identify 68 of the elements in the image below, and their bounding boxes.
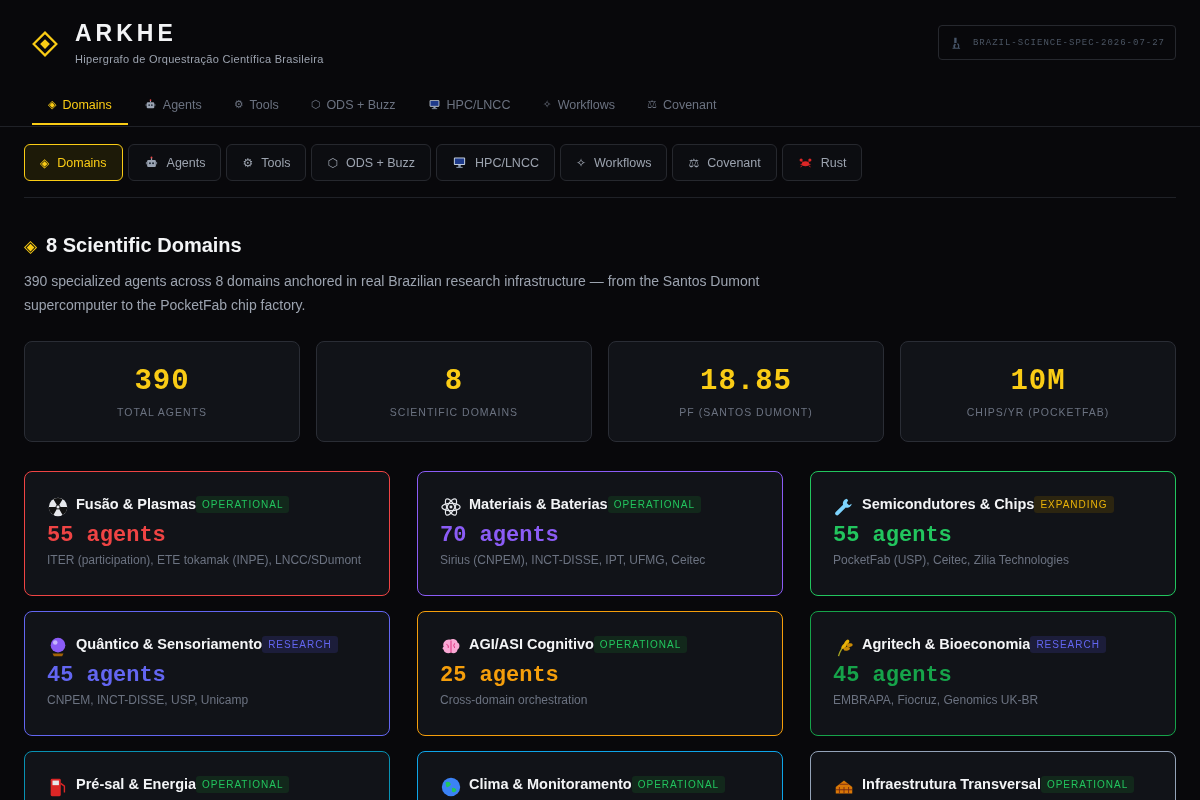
monitor-icon [427, 98, 441, 111]
institution-list: PocketFab (USP), Ceitec, Zilia Technologies [833, 553, 1153, 567]
status-badge: RESEARCH [1030, 635, 1106, 653]
domain-title: Infraestrutura Transversal [862, 776, 1041, 792]
spec-code: BRAZIL-SCIENCE-SPEC-2026-07-27 [972, 37, 1165, 48]
status-badge: OPERATIONAL [1040, 775, 1135, 793]
status-badge: OPERATIONAL [196, 775, 290, 793]
stat-label: SCIENTIFIC DOMAINS [389, 406, 519, 418]
wrench-icon [833, 496, 855, 518]
tab-button[interactable]: Agents [127, 144, 222, 181]
nav-tab[interactable]: Agents [127, 86, 218, 125]
domain-title: Fusão & Plasmas [76, 496, 197, 512]
tab-button[interactable]: ⚖ Covenant [672, 144, 777, 181]
nav-tab[interactable]: ✧ Workflows [526, 86, 632, 125]
tab-button[interactable]: ◈ Domains [24, 144, 123, 181]
domain-title: AGI/ASI Cognitivo [469, 636, 594, 652]
stat-value: 8 [444, 365, 464, 398]
status-badge: EXPANDING [1034, 495, 1114, 513]
agent-count: 45 agents [833, 663, 953, 688]
nav-tab[interactable]: ⚖ Covenant [631, 86, 733, 125]
nav-tab[interactable]: ⚙ Tools [217, 86, 295, 125]
agent-count: 25 agents [440, 663, 560, 688]
agent-count: 55 agents [47, 523, 167, 548]
status-badge: OPERATIONAL [607, 495, 701, 513]
atom-icon [440, 496, 462, 518]
domain-title: Semicondutores & Chips [862, 496, 1035, 512]
domain-title: Agritech & Bioeconomia [862, 636, 1031, 652]
domain-title: Quântico & Sensoriamento [76, 636, 263, 652]
stat-label: CHIPS/YR (POCKETFAB) [966, 406, 1110, 418]
tab-button[interactable]: ⬡ ODS + Buzz [311, 144, 432, 181]
diamond-glyph: ◈ [24, 235, 38, 256]
tab-button[interactable]: Rust [781, 144, 863, 181]
institution-list: Cross-domain orchestration [440, 693, 760, 707]
domain-title: Materiais & Baterias [469, 496, 608, 512]
tab-button[interactable]: ⚙ Tools [226, 144, 307, 181]
stat-label: PF (SANTOS DUMONT) [679, 406, 813, 418]
section-description: 390 specialized agents across 8 domains anchored in real Brazilian research infrastructure — from the Santos Dumont supercomputer to the PocketFab chip factory. [24, 272, 761, 315]
domain-title: Pré-sal & Energia [76, 776, 197, 792]
stat-value: 18.85 [700, 365, 792, 398]
institution-list: CNPEM, INCT-DISSE, USP, Unicamp [47, 693, 367, 707]
app-title: ARKHE [75, 20, 178, 47]
tab-button[interactable]: ✧ Workflows [559, 144, 668, 181]
radiation-icon [47, 496, 69, 518]
stat-value: 10M [1010, 365, 1066, 398]
agent-count: 70 agents [440, 523, 560, 548]
stat-label: TOTAL AGENTS [117, 406, 207, 418]
monitor-icon [452, 155, 468, 170]
status-badge: OPERATIONAL [593, 635, 688, 653]
nav-tab[interactable]: ⬡ ODS + Buzz [294, 86, 412, 125]
status-badge: RESEARCH [262, 635, 338, 653]
tab-button[interactable]: HPC/LNCC [436, 144, 555, 181]
domain-title: Clima & Monitoramento [469, 776, 632, 792]
nav-tab[interactable]: HPC/LNCC [411, 86, 527, 125]
institution-list: EMBRAPA, Fiocruz, Genomics UK-BR [833, 693, 1153, 707]
section-title: 8 Scientific Domains [46, 234, 242, 257]
diamond-logo-icon [32, 30, 58, 57]
globe-icon [440, 776, 462, 798]
institution-list: ITER (participation), ETE tokamak (INPE), LNCC/SDumont [47, 553, 367, 567]
robot-icon [143, 155, 159, 170]
nav-tab[interactable]: ◈ Domains [32, 86, 128, 125]
stat-value: 390 [134, 365, 190, 398]
status-badge: OPERATIONAL [631, 775, 726, 793]
robot-icon [143, 98, 157, 111]
app-subtitle: Hipergrafo de Orquestração Científica Brasileira [75, 53, 324, 65]
status-badge: OPERATIONAL [196, 495, 290, 513]
agent-count: 55 agents [833, 523, 953, 548]
agent-count: 45 agents [47, 663, 167, 688]
institution-list: Sirius (CNPEM), INCT-DISSE, IPT, UFMG, Ceitec [440, 553, 760, 567]
